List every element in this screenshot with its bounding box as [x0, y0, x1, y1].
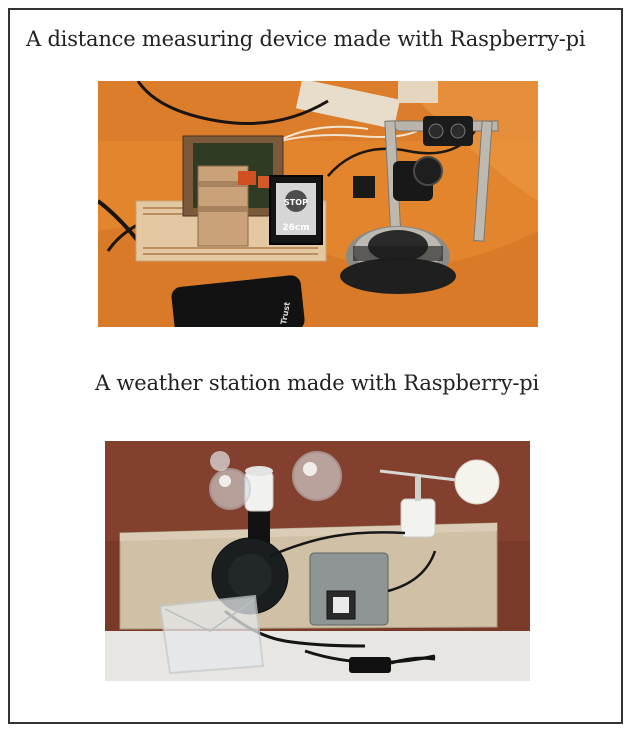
lcd-stop-label: STOP	[284, 198, 308, 207]
caption-weather-station: A weather station made with Raspberry-pi	[95, 371, 540, 395]
lcd-distance-reading: 26cm	[282, 223, 309, 233]
photo-weather-station	[105, 441, 530, 681]
caption-distance-device: A distance measuring device made with Ra…	[26, 27, 586, 51]
photo-distance-device: STOP 26cm Trust	[98, 81, 538, 327]
